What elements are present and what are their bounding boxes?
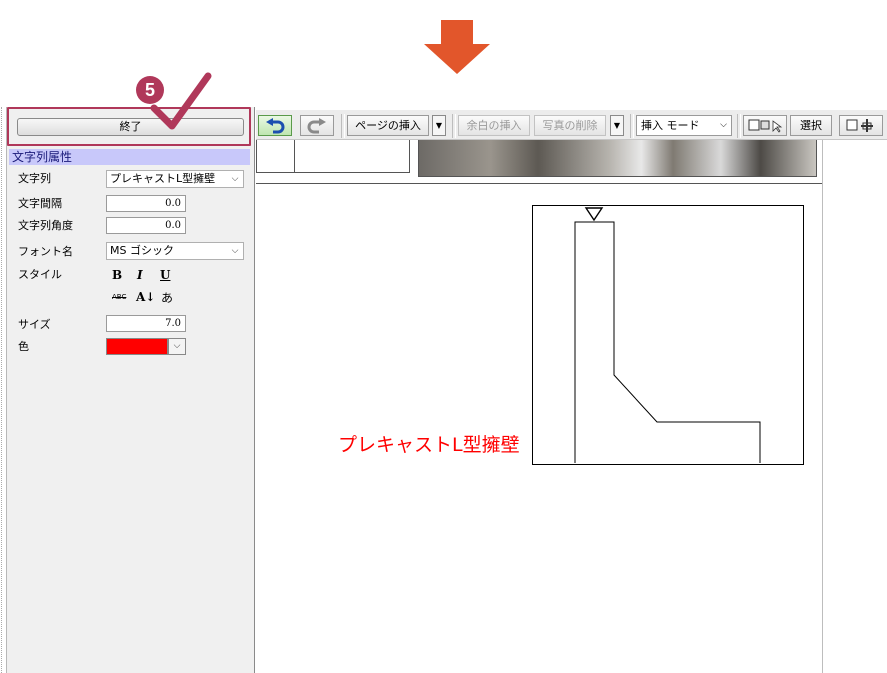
checkmark-icon [150,72,212,130]
size-label: サイズ [18,318,51,331]
panel-header: 文字列属性 [9,149,250,165]
toolbar-separator [630,114,634,138]
insert-mode-value: 挿入 モード [641,119,700,132]
text-value: プレキャストL型擁壁 [110,172,216,185]
chevron-down-icon[interactable]: ▼ [610,115,624,136]
undo-button[interactable] [258,115,292,136]
insert-margin-button[interactable]: 余白の挿入 [458,115,530,136]
vertical-text-button[interactable]: A↓ [136,290,155,304]
chevron-down-icon[interactable]: ⌵ [229,172,241,186]
toolbar-separator [737,114,741,138]
site-photo[interactable] [418,140,817,177]
text-label: 文字列 [18,172,51,185]
font-combo[interactable]: MS ゴシック ⌵ [106,242,244,260]
select-frame-button[interactable] [743,115,787,136]
font-value: MS ゴシック [110,244,174,257]
color-swatch[interactable] [106,338,168,355]
spacing-input[interactable]: 0.0 [106,195,186,212]
move-icon [846,119,873,132]
undo-icon [266,118,285,134]
row-border [256,183,822,184]
chevron-down-icon[interactable]: ⌵ [720,116,727,135]
toolbar-separator [341,114,345,138]
kana-button[interactable]: あ [161,289,173,306]
color-label: 色 [18,340,29,353]
angle-input[interactable]: 0.0 [106,217,186,234]
angle-label: 文字列角度 [18,219,73,232]
toolbar-separator [452,114,456,138]
insert-page-button[interactable]: ページの挿入 [347,115,429,136]
italic-button[interactable]: I [137,268,143,282]
down-arrow-icon [424,20,490,74]
bold-button[interactable]: B [112,268,122,282]
insert-mode-select[interactable]: 挿入 モード ⌵ [636,115,732,136]
water-level-icon [584,207,604,222]
select-button[interactable]: 選択 [790,115,832,136]
retaining-wall-drawing[interactable] [532,205,804,465]
delete-photo-button[interactable]: 写真の削除 [534,115,606,136]
text-attribute-panel [1,107,255,673]
page-edge [822,140,823,673]
strikethrough-button[interactable]: ABC [112,293,126,301]
table-cell [256,140,410,173]
size-input[interactable]: 7.0 [106,315,186,332]
chevron-down-icon[interactable]: ⌵ [229,244,241,258]
move-tool-button[interactable] [839,115,883,136]
select-frame-icon [748,119,783,133]
chevron-down-icon[interactable]: ▼ [432,115,446,136]
canvas-text-label[interactable]: プレキャストL型擁壁 [338,430,520,457]
underline-button[interactable]: U [160,268,170,282]
chevron-down-icon[interactable]: ⌵ [168,338,186,355]
table-divider [294,140,295,173]
spacing-label: 文字間隔 [18,197,62,210]
redo-icon [307,118,326,134]
style-label: スタイル [18,268,62,281]
text-combo[interactable]: プレキャストL型擁壁 ⌵ [106,170,244,188]
font-label: フォント名 [18,245,73,258]
redo-button[interactable] [300,115,334,136]
